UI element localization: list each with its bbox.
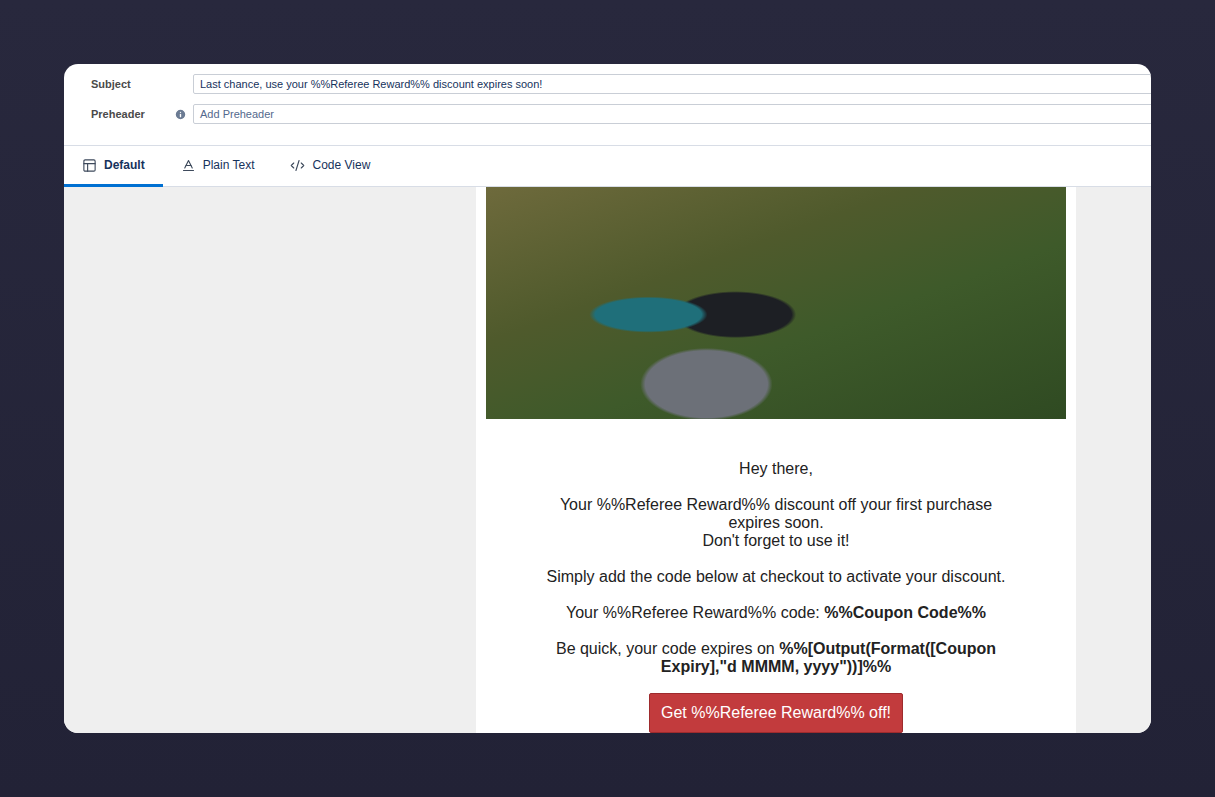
email-canvas: Hey there, Your %%Referee Reward%% discou…: [64, 187, 1151, 733]
code-icon: [290, 158, 305, 173]
preheader-row: PreheaderAdd Preheader: [91, 104, 1151, 124]
hero-photo: [486, 187, 1066, 419]
view-tab[interactable]: Code View: [272, 146, 388, 187]
text-icon: [181, 158, 196, 173]
code-line: Your %%Referee Reward%% code: %%Coupon C…: [566, 604, 986, 622]
preheader-input[interactable]: Add Preheader: [193, 104, 1151, 124]
subject-row: SubjectLast chance, use your %%Referee R…: [91, 74, 1151, 94]
view-tabs: DefaultPlain TextCode View: [64, 146, 1151, 187]
intro-text: Your %%Referee Reward%% discount off you…: [551, 496, 1001, 550]
page: SubjectLast chance, use your %%Referee R…: [0, 0, 1215, 797]
info-icon[interactable]: [174, 108, 187, 121]
editor-card: SubjectLast chance, use your %%Referee R…: [64, 64, 1151, 733]
instruction-text: Simply add the code below at checkout to…: [547, 568, 1006, 586]
subject-label: Subject: [91, 78, 193, 90]
preheader-label: Preheader: [91, 108, 193, 121]
email-body: Hey there, Your %%Referee Reward%% discou…: [476, 187, 1076, 733]
greeting: Hey there,: [739, 460, 813, 478]
subject-input[interactable]: Last chance, use your %%Referee Reward%%…: [193, 74, 1151, 94]
email-content: Hey there, Your %%Referee Reward%% discou…: [486, 419, 1066, 733]
cta-button[interactable]: Get %%Referee Reward%% off!: [649, 693, 903, 733]
expiry-line: Be quick, your code expires on %%[Output…: [551, 640, 1001, 676]
email-header: SubjectLast chance, use your %%Referee R…: [64, 64, 1151, 146]
view-tab[interactable]: Default: [64, 146, 163, 187]
layout-icon: [82, 158, 97, 173]
view-tab[interactable]: Plain Text: [163, 146, 273, 187]
